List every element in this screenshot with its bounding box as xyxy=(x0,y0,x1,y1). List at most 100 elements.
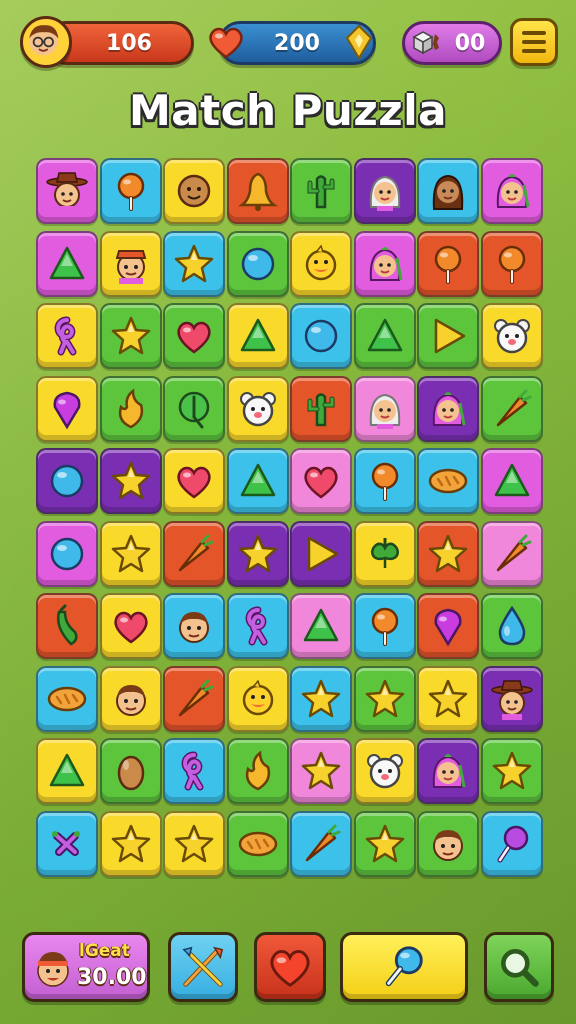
tile-cactus[interactable] xyxy=(290,158,352,224)
extra-life-button[interactable] xyxy=(254,932,326,1002)
tile-girl-white-hair[interactable] xyxy=(353,375,416,442)
star-icon xyxy=(238,534,277,572)
tile-star[interactable] xyxy=(99,810,162,877)
tile-cookie-face[interactable] xyxy=(163,158,225,224)
tile-triangle[interactable] xyxy=(353,303,416,369)
tile-triangle[interactable] xyxy=(36,738,98,804)
tile-ribbon[interactable] xyxy=(36,303,98,369)
swap-tool-button[interactable] xyxy=(168,932,238,1002)
tile-star[interactable] xyxy=(290,738,352,804)
tile-star[interactable] xyxy=(99,520,162,587)
tile-carrot[interactable] xyxy=(480,375,543,442)
tile-egg[interactable] xyxy=(99,738,162,804)
tile-bread[interactable] xyxy=(36,665,98,732)
leaf-icon xyxy=(178,391,210,428)
tile-lollipop[interactable] xyxy=(353,448,416,514)
pepper-icon xyxy=(57,604,78,646)
tile-lollipop[interactable] xyxy=(480,230,543,297)
tile-boy-face[interactable] xyxy=(163,593,225,659)
tile-ball[interactable] xyxy=(36,448,98,514)
player-avatar-icon[interactable] xyxy=(20,16,72,68)
tile-lollipop[interactable] xyxy=(417,230,479,297)
tile-bear[interactable] xyxy=(353,738,416,804)
tile-star[interactable] xyxy=(99,303,162,369)
tile-girl-pink-hair[interactable] xyxy=(417,375,479,442)
coins-label: lGeat xyxy=(79,941,130,961)
tile-flame[interactable] xyxy=(226,738,289,804)
tile-star[interactable] xyxy=(163,230,225,297)
tile-bear[interactable] xyxy=(226,375,289,442)
tile-duck[interactable] xyxy=(226,665,289,732)
tile-triangle[interactable] xyxy=(226,448,289,514)
tile-water-drop[interactable] xyxy=(480,593,543,659)
tile-triangle[interactable] xyxy=(36,230,98,297)
tile-star[interactable] xyxy=(480,738,543,804)
tile-boy-cap[interactable] xyxy=(99,230,162,297)
tile-heart[interactable] xyxy=(163,303,225,369)
heart-icon xyxy=(206,22,246,62)
tile-triangle[interactable] xyxy=(480,448,543,514)
tile-star[interactable] xyxy=(417,520,479,587)
tile-carrot[interactable] xyxy=(163,520,225,587)
carrot-icon xyxy=(496,534,531,571)
tile-heart[interactable] xyxy=(163,448,225,514)
tile-lollipop[interactable] xyxy=(353,593,416,659)
tile-star[interactable] xyxy=(290,665,352,732)
crossed-tools-icon xyxy=(182,946,224,987)
tile-girl-pink-hair[interactable] xyxy=(417,738,479,804)
tile-star[interactable] xyxy=(226,520,289,587)
tile-candy[interactable] xyxy=(36,810,98,877)
tile-girl-white-hair[interactable] xyxy=(353,158,416,224)
tile-lollipop[interactable] xyxy=(99,158,162,224)
tile-flame[interactable] xyxy=(99,375,162,442)
tile-spade[interactable] xyxy=(353,520,416,587)
tile-carrot[interactable] xyxy=(290,810,352,877)
tile-girl-pink-hair[interactable] xyxy=(480,158,543,224)
tile-ribbon[interactable] xyxy=(226,593,289,659)
tile-carrot[interactable] xyxy=(480,520,543,587)
tile-bear[interactable] xyxy=(480,303,543,369)
tile-ball[interactable] xyxy=(36,520,98,587)
tile-lollipop-purple[interactable] xyxy=(480,810,543,877)
tile-star[interactable] xyxy=(99,448,162,514)
tile-drop[interactable] xyxy=(417,593,479,659)
coins-button[interactable]: lGeat 30.00 xyxy=(22,932,150,1002)
tile-ball[interactable] xyxy=(226,230,289,297)
tile-cactus[interactable] xyxy=(290,375,352,442)
search-button[interactable] xyxy=(484,932,554,1002)
tile-heart[interactable] xyxy=(99,593,162,659)
tile-triangle[interactable] xyxy=(226,303,289,369)
tile-cowboy-face[interactable] xyxy=(36,158,98,224)
tile-star[interactable] xyxy=(353,810,416,877)
girl-brown-hair-icon xyxy=(432,174,464,210)
tile-carrot[interactable] xyxy=(163,665,225,732)
tile-star[interactable] xyxy=(417,665,479,732)
lollipop-icon xyxy=(434,245,462,284)
heart-icon xyxy=(177,466,211,499)
tile-girl-pink-hair[interactable] xyxy=(353,230,416,297)
ball-icon xyxy=(304,319,338,353)
tile-play[interactable] xyxy=(290,520,352,587)
tile-heart[interactable] xyxy=(290,448,352,514)
tile-duck[interactable] xyxy=(290,230,352,297)
tile-star[interactable] xyxy=(163,810,225,877)
tile-bread[interactable] xyxy=(226,810,289,877)
tile-boy-face[interactable] xyxy=(417,810,479,877)
tile-boy-face[interactable] xyxy=(99,665,162,732)
menu-button[interactable] xyxy=(510,18,558,66)
hint-button[interactable] xyxy=(340,932,468,1002)
tile-girl-brown-hair[interactable] xyxy=(417,158,479,224)
tile-ball[interactable] xyxy=(290,303,352,369)
girl-pink-hair-icon xyxy=(432,391,466,426)
tile-cowboy-face[interactable] xyxy=(480,665,543,732)
tile-pepper[interactable] xyxy=(36,593,98,659)
tile-bell[interactable] xyxy=(226,158,289,224)
tile-ribbon[interactable] xyxy=(163,738,225,804)
lollipop-icon xyxy=(117,172,144,211)
tile-drop[interactable] xyxy=(36,375,98,442)
tile-star[interactable] xyxy=(353,665,416,732)
tile-leaf[interactable] xyxy=(163,375,225,442)
tile-bread[interactable] xyxy=(417,448,479,514)
tile-play[interactable] xyxy=(417,303,479,369)
tile-triangle[interactable] xyxy=(290,593,352,659)
